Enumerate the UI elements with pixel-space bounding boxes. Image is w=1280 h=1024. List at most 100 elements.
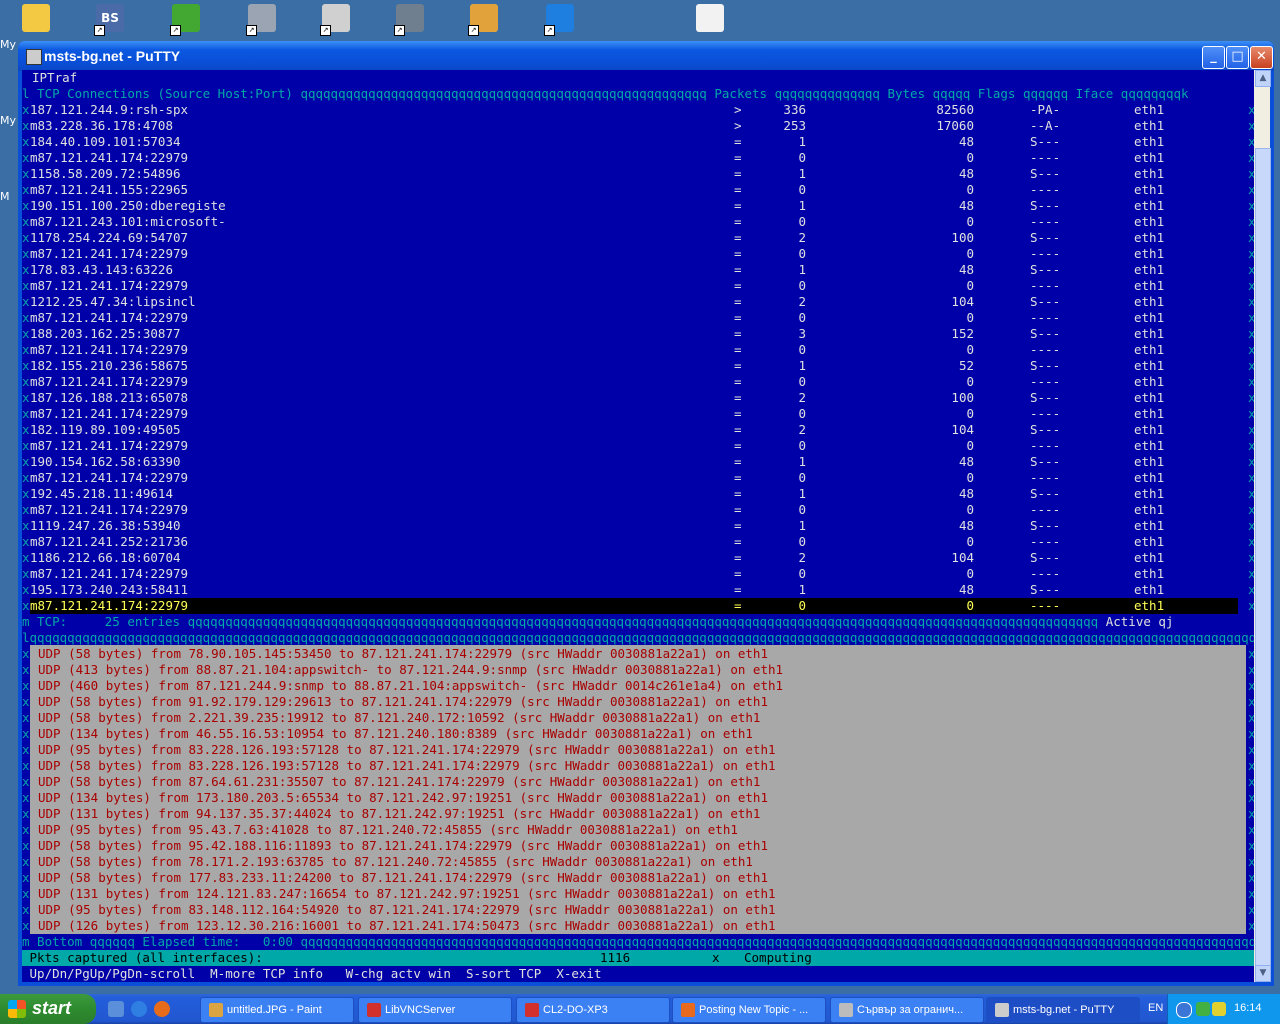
show-desktop-icon[interactable] bbox=[108, 1001, 124, 1017]
row-flags: S--- bbox=[1030, 422, 1061, 437]
icq-flower-icon[interactable]: ↗ bbox=[168, 2, 204, 38]
table-row[interactable]: x 182.155.210.236:58675 = 1 52 S--- eth1 x bbox=[22, 358, 1256, 374]
terminal[interactable]: IPTraf l TCP Connections (Source Host:Po… bbox=[22, 70, 1256, 982]
scroll-thumb[interactable] bbox=[1255, 148, 1271, 970]
firefox-icon[interactable] bbox=[154, 1001, 170, 1017]
row-packets: 0 bbox=[798, 150, 806, 165]
table-row[interactable]: x m87.121.241.174:22979 = 0 0 ---- eth1 x bbox=[22, 342, 1256, 358]
table-row[interactable]: x m87.121.241.174:22979 = 0 0 ---- eth1 x bbox=[22, 598, 1256, 614]
table-row[interactable]: x m87.121.241.252:21736 = 0 0 ---- eth1 x bbox=[22, 534, 1256, 550]
monitor-app-icon[interactable]: ↗ bbox=[244, 2, 280, 38]
flashget-icon[interactable]: ↗ bbox=[466, 2, 502, 38]
row-bytes: 0 bbox=[966, 534, 974, 549]
row-bytes: 0 bbox=[966, 150, 974, 165]
table-row[interactable]: x 182.119.89.109:49505 = 2 104 S--- eth1 x bbox=[22, 422, 1256, 438]
table-row[interactable]: x 195.173.240.243:58411 = 1 48 S--- eth1 x bbox=[22, 582, 1256, 598]
row-bytes: 152 bbox=[951, 326, 974, 341]
scroll-down-arrow-icon[interactable]: ▼ bbox=[1255, 965, 1271, 982]
tcp-header: l TCP Connections (Source Host:Port) qqq… bbox=[22, 86, 1189, 102]
scroll-up-arrow-icon[interactable]: ▲ bbox=[1255, 70, 1271, 87]
table-row[interactable]: x m87.121.241.174:22979 = 0 0 ---- eth1 x bbox=[22, 310, 1256, 326]
shortcut-arrow-icon: ↗ bbox=[94, 25, 105, 36]
row-host: m87.121.243.101:microsoft- bbox=[30, 214, 226, 229]
header-bytes: Bytes bbox=[887, 86, 933, 101]
close-button[interactable]: ✕ bbox=[1250, 46, 1273, 69]
tray-expand-icon[interactable] bbox=[1176, 1002, 1192, 1018]
taskbar-task[interactable]: Сървър за огранич... bbox=[830, 997, 984, 1023]
terminal-scrollbar[interactable]: ▲ ▼ bbox=[1254, 70, 1271, 982]
row-bytes: 0 bbox=[966, 310, 974, 325]
border-char: x bbox=[22, 662, 30, 677]
row-flags: S--- bbox=[1030, 454, 1061, 469]
internet-explorer-icon[interactable] bbox=[131, 1001, 147, 1017]
border-char: x bbox=[22, 758, 30, 773]
table-row[interactable]: x 178.83.43.143:63226 = 1 48 S--- eth1 x bbox=[22, 262, 1256, 278]
maximize-button[interactable]: □ bbox=[1226, 46, 1249, 69]
row-flags: ---- bbox=[1030, 502, 1061, 517]
row-host: 182.155.210.236:58675 bbox=[30, 358, 189, 373]
table-row[interactable]: x m87.121.241.174:22979 = 0 0 ---- eth1 x bbox=[22, 438, 1256, 454]
table-row[interactable]: x m87.121.241.174:22979 = 0 0 ---- eth1 x bbox=[22, 566, 1256, 582]
table-row[interactable]: x m87.121.241.174:22979 = 0 0 ---- eth1 x bbox=[22, 374, 1256, 390]
row-packets: 1 bbox=[798, 454, 806, 469]
row-packets: 336 bbox=[783, 102, 806, 117]
table-row[interactable]: x 187.121.244.9:rsh-spx >336 82560 -PA-eth1 x bbox=[22, 102, 1256, 118]
table-row[interactable]: x 190.151.100.250:dberegiste = 1 48 S--- eth1 x bbox=[22, 198, 1256, 214]
table-row[interactable]: x 1212.25.47.34:lipsincl = 2 104 S--- eth1 x bbox=[22, 294, 1256, 310]
window-titlebar[interactable]: msts-bg.net - PuTTY _ □ ✕ bbox=[18, 41, 1274, 71]
task-app-icon bbox=[839, 1003, 853, 1018]
taskbar: start untitled.JPG - Paint LibVNCServer CL… bbox=[0, 994, 1280, 1024]
border-char: x bbox=[22, 262, 30, 277]
header-flags: Flags bbox=[977, 86, 1023, 101]
row-bytes: 0 bbox=[966, 246, 974, 261]
table-row[interactable]: x m87.121.241.174:22979 = 0 0 ---- eth1 x bbox=[22, 502, 1256, 518]
lock-network-icon[interactable]: ↗ bbox=[392, 2, 428, 38]
folder-icon[interactable] bbox=[18, 2, 54, 38]
border-char: x bbox=[22, 470, 30, 485]
table-row[interactable]: x 1158.58.209.72:54896 = 1 48 S--- eth1 x bbox=[22, 166, 1256, 182]
table-row[interactable]: x m87.121.241.174:22979 = 0 0 ---- eth1 x bbox=[22, 246, 1256, 262]
row-host: m87.121.241.174:22979 bbox=[30, 470, 189, 485]
teamviewer-icon[interactable]: ↗ bbox=[542, 2, 578, 38]
putty-icon bbox=[26, 49, 42, 65]
table-row[interactable]: x 192.45.218.11:49614 = 1 48 S--- eth1 x bbox=[22, 486, 1256, 502]
udp-log-line: UDP (58 bytes) from 95.42.188.116:11893 … bbox=[38, 838, 768, 853]
row-iface: eth1 bbox=[1134, 358, 1165, 373]
table-row[interactable]: x m83.228.36.178:4708 >253 17060 --A-eth1 x bbox=[22, 118, 1256, 134]
taskbar-task[interactable]: LibVNCServer bbox=[358, 997, 512, 1023]
table-row[interactable]: x 1178.254.224.69:54707 = 2 100 S--- eth1 x bbox=[22, 230, 1256, 246]
start-button[interactable]: start bbox=[0, 994, 96, 1024]
border-char: x bbox=[22, 310, 30, 325]
border-char: x bbox=[22, 278, 30, 293]
bs-player-icon[interactable]: BS ↗ bbox=[92, 2, 128, 38]
header-fill: qqqqqq bbox=[1022, 86, 1076, 101]
network-tray-icon[interactable] bbox=[1196, 1002, 1210, 1016]
table-row[interactable]: x m87.121.243.101:microsoft- = 0 0 ---- eth1 x bbox=[22, 214, 1256, 230]
language-indicator[interactable]: EN bbox=[1148, 1002, 1163, 1014]
table-row[interactable]: x 188.203.162.25:30877 = 3 152 S--- eth1 x bbox=[22, 326, 1256, 342]
table-row[interactable]: x m87.121.241.174:22979 = 0 0 ---- eth1 x bbox=[22, 150, 1256, 166]
table-row[interactable]: x 184.40.109.101:57034 = 1 48 S--- eth1 x bbox=[22, 134, 1256, 150]
udp-log-panel[interactable]: UDP (58 bytes) from 78.90.105.145:53450 … bbox=[30, 645, 1246, 934]
table-row[interactable]: x 1186.212.66.18:60704 = 2 104 S--- eth1 x bbox=[22, 550, 1256, 566]
table-row[interactable]: x m87.121.241.174:22979 = 0 0 ---- eth1 x bbox=[22, 406, 1256, 422]
row-packets: 0 bbox=[798, 342, 806, 357]
row-iface: eth1 bbox=[1134, 214, 1165, 229]
security-tray-icon[interactable] bbox=[1212, 1002, 1226, 1016]
minimize-button[interactable]: _ bbox=[1202, 46, 1225, 69]
taskbar-task[interactable]: CL2-DO-XP3 bbox=[516, 997, 670, 1023]
taskbar-task[interactable]: msts-bg.net - PuTTY bbox=[986, 997, 1140, 1023]
table-row[interactable]: x 190.154.162.58:63390 = 1 48 S--- eth1 x bbox=[22, 454, 1256, 470]
document-icon[interactable] bbox=[692, 2, 728, 38]
table-row[interactable]: x m87.121.241.155:22965 = 0 0 ---- eth1 x bbox=[22, 182, 1256, 198]
taskbar-task[interactable]: Posting New Topic - ... bbox=[672, 997, 826, 1023]
taskbar-task[interactable]: untitled.JPG - Paint bbox=[200, 997, 354, 1023]
table-row[interactable]: x m87.121.241.174:22979 = 0 0 ---- eth1 x bbox=[22, 470, 1256, 486]
table-row[interactable]: x 187.126.188.213:65078 = 2 100 S--- eth1 x bbox=[22, 390, 1256, 406]
row-iface: eth1 bbox=[1134, 342, 1165, 357]
row-flags: S--- bbox=[1030, 198, 1061, 213]
window-title: msts-bg.net - PuTTY bbox=[44, 48, 181, 64]
table-row[interactable]: x 1119.247.26.38:53940 = 1 48 S--- eth1 x bbox=[22, 518, 1256, 534]
network-putty-icon[interactable]: ↗ bbox=[318, 2, 354, 38]
table-row[interactable]: x m87.121.241.174:22979 = 0 0 ---- eth1 x bbox=[22, 278, 1256, 294]
